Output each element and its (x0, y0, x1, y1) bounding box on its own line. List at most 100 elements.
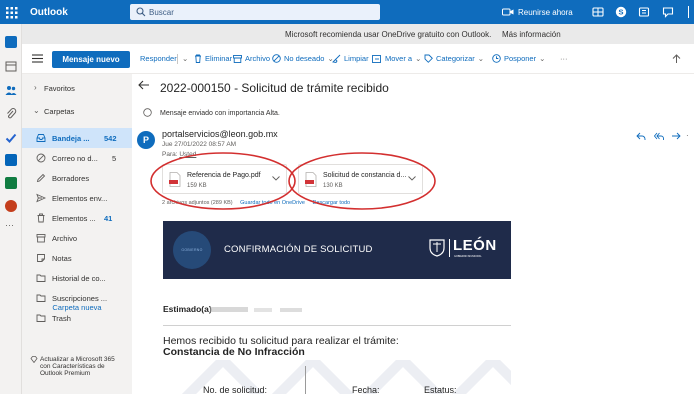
sweep-button[interactable]: Limpiar (332, 54, 369, 63)
snooze-button[interactable]: Posponer ⌄ (492, 54, 545, 63)
search-placeholder: Buscar (149, 8, 174, 17)
folder-deleted[interactable]: Elementos ... 41 (22, 208, 132, 228)
categorize-dropdown-chevron-icon: ⌄ (477, 54, 485, 63)
greeting: Estimado(a) (163, 304, 212, 314)
calendar-icon[interactable] (5, 60, 17, 72)
move-to-label: Mover a (385, 54, 413, 63)
forward-icon[interactable] (671, 132, 681, 141)
hamburger-menu-icon[interactable] (32, 54, 43, 63)
reply-dropdown-chevron-icon[interactable]: ⌄ (182, 54, 188, 63)
powerpoint-icon[interactable] (5, 200, 17, 212)
folder-sent[interactable]: Elementos env... (22, 188, 132, 208)
folder-conversation-history[interactable]: Historial de co... (22, 268, 132, 288)
email-header-banner: GOBIERNO MUNICIPAL CONFIRMACIÓN DE SOLIC… (163, 221, 511, 279)
new-folder-link[interactable]: Carpeta nueva (22, 303, 132, 312)
inbox-icon (36, 134, 46, 142)
message-more-icon[interactable]: · (686, 131, 689, 140)
new-message-button[interactable]: Mensaje nuevo (52, 51, 130, 68)
email-banner-title: CONFIRMACIÓN DE SOLICITUD (224, 244, 373, 255)
recipient-name[interactable]: Usted (179, 151, 196, 158)
app-launcher-icon[interactable] (6, 7, 18, 19)
chevron-down-icon[interactable] (272, 176, 280, 181)
folders-header[interactable]: ⌄ Carpetas (22, 101, 132, 121)
more-apps-icon[interactable]: ··· (5, 220, 14, 230)
note-icon (37, 254, 45, 262)
search-icon (136, 7, 146, 17)
folders-label: Carpetas (44, 107, 75, 116)
move-dropdown-chevron-icon: ⌄ (415, 54, 422, 63)
archive-icon (36, 234, 46, 243)
sender-avatar[interactable]: P (137, 131, 155, 149)
skype-icon[interactable]: S (615, 6, 627, 18)
premium-upsell[interactable]: Actualizar a Microsoft 365 con Caracterí… (30, 356, 125, 377)
snooze-dropdown-chevron-icon: ⌄ (539, 54, 546, 63)
procedure-name: Constancia de No Infracción (163, 346, 305, 358)
folder-drafts[interactable]: Borradores (22, 168, 132, 188)
shield-icon (429, 239, 445, 257)
trash-icon (37, 213, 45, 223)
archive-button[interactable]: Archivo (233, 54, 270, 63)
sender-address[interactable]: portalservicios@leon.gob.mx (162, 129, 278, 139)
attachment-size: 130 KB (323, 183, 343, 189)
folder-icon (36, 294, 46, 302)
delete-label: Eliminar (205, 54, 233, 63)
attachment-card[interactable]: Solicitud de constancia d... 130 KB (298, 164, 423, 194)
search-input[interactable]: Buscar (130, 4, 380, 20)
download-all-link[interactable]: Descargar todo (313, 200, 351, 206)
logo-divider (449, 239, 450, 257)
teams-grid-icon[interactable] (592, 6, 604, 18)
folder-pane: › Favoritos ⌄ Carpetas Bandeja ... 542 C… (22, 74, 132, 394)
favorites-header[interactable]: › Favoritos (22, 78, 132, 98)
sent-date: Jue 27/01/2022 08:57 AM (162, 141, 237, 148)
junk-label: No deseado (284, 54, 325, 63)
mail-app-icon[interactable] (5, 36, 17, 48)
to-label: Para: (162, 151, 178, 158)
folder-label: Suscripciones ... (52, 294, 108, 303)
back-arrow-icon[interactable] (138, 80, 150, 90)
meet-now-button[interactable]: Reunirse ahora (502, 6, 573, 18)
overflow-edge (688, 6, 694, 18)
banner-link[interactable]: Más información (502, 30, 561, 39)
categorize-button[interactable]: Categorizar ⌄ (424, 54, 484, 63)
chevron-down-icon[interactable] (408, 176, 416, 181)
folder-inbox[interactable]: Bandeja ... 542 (22, 128, 132, 148)
banner-text: Microsoft recomienda usar OneDrive gratu… (285, 30, 492, 39)
folder-junk[interactable]: Correo no d... 5 (22, 148, 132, 168)
feedback-icon[interactable] (662, 6, 674, 18)
delete-button[interactable]: Eliminar (194, 54, 232, 63)
attachment-name: Solicitud de constancia d... (323, 172, 407, 179)
save-to-onedrive-link[interactable]: Guardar todo en OneDrive (240, 200, 305, 206)
reply-all-icon[interactable] (654, 132, 664, 141)
folder-archive[interactable]: Archivo (22, 228, 132, 248)
diamond-icon (30, 356, 38, 363)
attachment-size: 159 KB (187, 183, 207, 189)
svg-text:S: S (618, 8, 623, 17)
junk-button[interactable]: No deseado ⌄ (272, 54, 334, 63)
move-to-button[interactable]: Mover a ⌄ (372, 54, 421, 63)
municipal-seal: GOBIERNO MUNICIPAL (173, 231, 211, 269)
reply-label: Responder (140, 54, 177, 63)
more-actions-button[interactable]: ··· (560, 54, 568, 63)
logo-word: LEÓN (453, 237, 497, 254)
categorize-label: Categorizar (436, 54, 475, 63)
attachment-card[interactable]: Referencia de Pago.pdf 159 KB (162, 164, 287, 194)
excel-icon[interactable] (5, 177, 17, 189)
flag-icon[interactable] (638, 6, 650, 18)
snooze-label: Posponer (504, 54, 537, 63)
reply-button[interactable]: Responder (140, 54, 177, 63)
importance-notice: Mensaje enviado con importancia Alta. (160, 110, 280, 117)
date-header: Fecha: (352, 385, 380, 394)
word-icon[interactable] (5, 154, 17, 166)
folder-icon (36, 314, 46, 322)
attachments-summary: 2 archivos adjuntos (289 KB) Guardar tod… (162, 200, 356, 206)
todo-icon[interactable] (5, 132, 17, 144)
arrow-up-icon[interactable] (672, 54, 681, 64)
move-folder-icon (372, 54, 381, 63)
archive-icon (233, 54, 242, 63)
people-icon[interactable] (5, 84, 17, 96)
reply-icon[interactable] (636, 132, 646, 141)
request-number-header: No. de solicitud: (203, 385, 268, 394)
app-title[interactable]: Outlook (30, 7, 68, 18)
folder-notes[interactable]: Notas (22, 248, 132, 268)
attach-icon[interactable] (5, 108, 17, 120)
